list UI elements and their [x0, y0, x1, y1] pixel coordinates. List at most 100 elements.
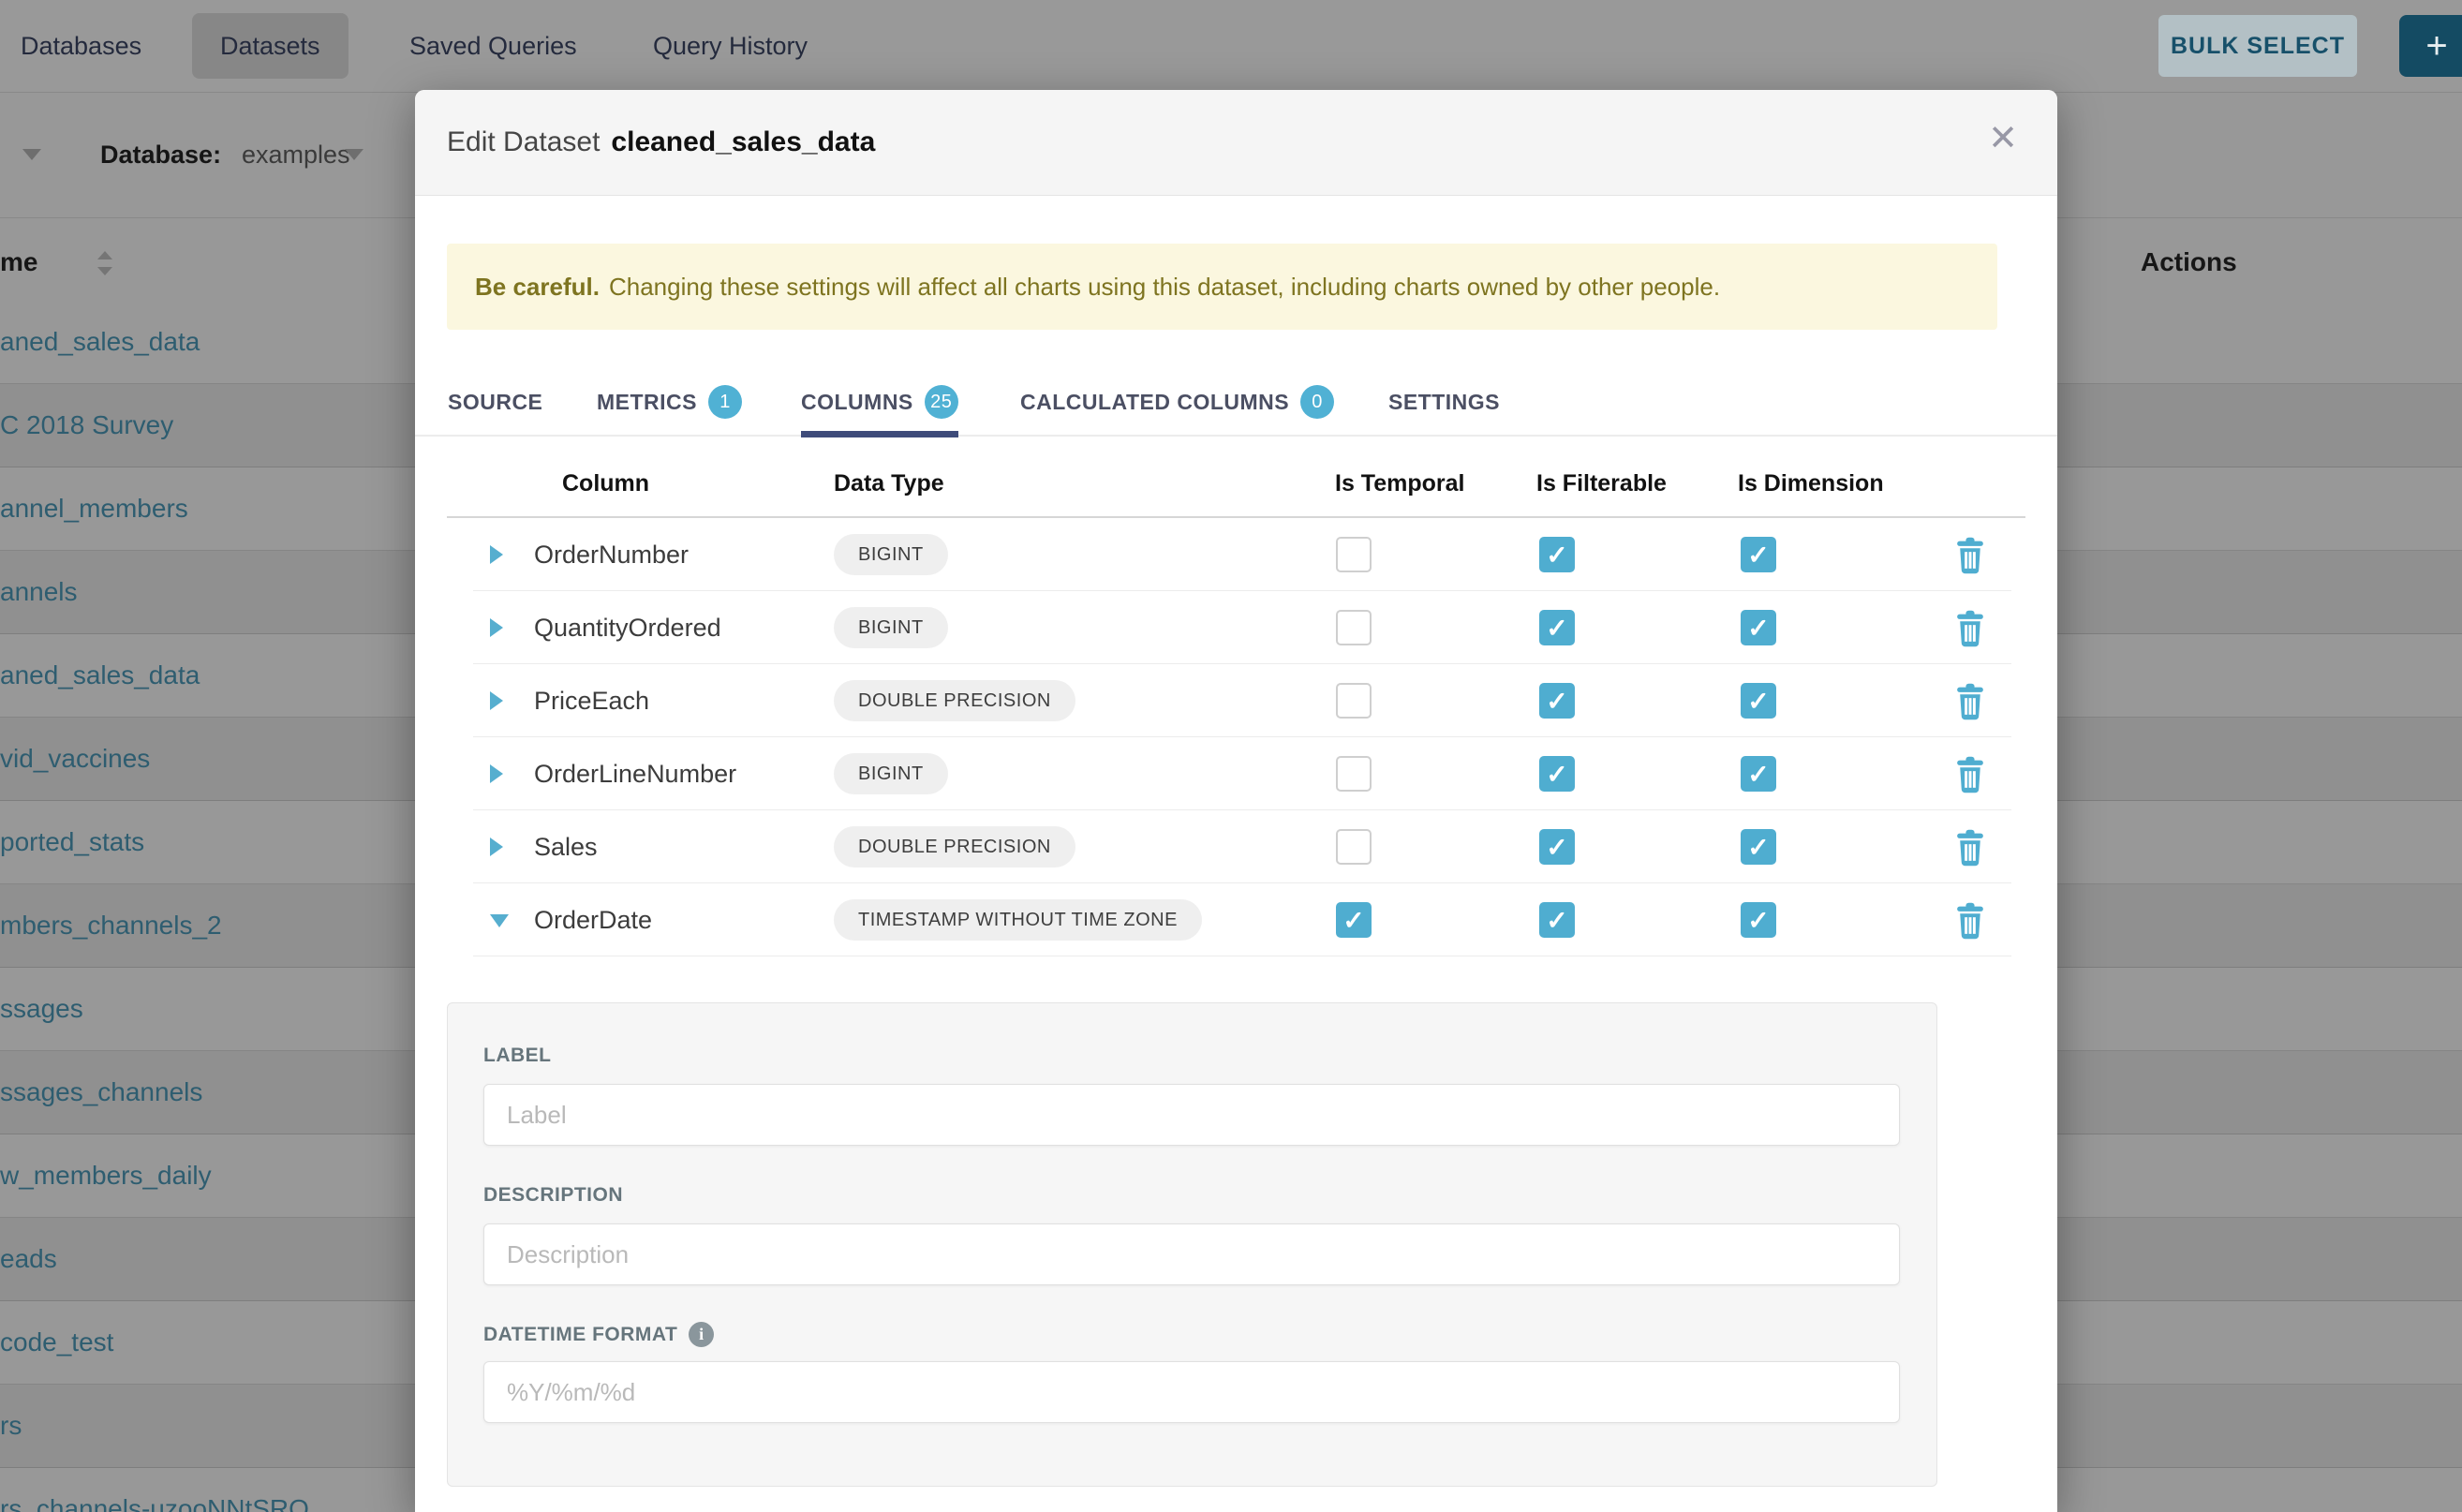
column-name: QuantityOrdered — [534, 591, 721, 664]
is-dimension-checkbox[interactable]: ✓ — [1741, 829, 1776, 865]
expand-caret-icon[interactable] — [490, 618, 503, 637]
column-name: OrderNumber — [534, 518, 689, 591]
collapse-caret-icon[interactable] — [490, 914, 509, 927]
is-dimension-checkbox[interactable]: ✓ — [1741, 683, 1776, 719]
actions-column-header: Actions — [2141, 247, 2237, 277]
is-dimension-checkbox[interactable]: ✓ — [1741, 610, 1776, 645]
database-filter-value[interactable]: examples — [242, 93, 350, 217]
delete-column-trash-icon[interactable] — [1952, 902, 1988, 940]
bulk-select-button[interactable]: BULK SELECT — [2158, 15, 2357, 77]
label-field-label: LABEL — [483, 1045, 552, 1067]
warning-bold: Be careful. — [475, 273, 600, 302]
nav-item-query-history[interactable]: Query History — [653, 0, 808, 92]
expand-caret-icon[interactable] — [490, 691, 503, 710]
is-temporal-checkbox[interactable] — [1336, 537, 1372, 572]
column-name: OrderLineNumber — [534, 737, 736, 810]
expand-caret-icon[interactable] — [490, 764, 503, 783]
column-header-data-type: Data Type — [834, 470, 944, 497]
is-temporal-checkbox[interactable] — [1336, 756, 1372, 792]
column-name: PriceEach — [534, 664, 649, 737]
dataset-link[interactable]: mbers_channels_2 — [0, 884, 222, 967]
column-row: OrderNumberBIGINT✓✓ — [415, 518, 2057, 591]
is-filterable-checkbox[interactable]: ✓ — [1539, 756, 1575, 792]
column-header-is-filterable: Is Filterable — [1536, 470, 1667, 497]
chevron-down-icon[interactable] — [22, 149, 41, 160]
dataset-link[interactable]: w_members_daily — [0, 1134, 212, 1217]
column-row: QuantityOrderedBIGINT✓✓ — [415, 591, 2057, 664]
tab-count-badge: 25 — [925, 385, 958, 419]
is-filterable-checkbox[interactable]: ✓ — [1539, 902, 1575, 938]
info-icon[interactable]: i — [689, 1322, 714, 1347]
modal-title-dataset-name: cleaned_sales_data — [611, 126, 875, 158]
column-row: PriceEach DOUBLE PRECISION ✓ ✓ — [415, 664, 2057, 737]
dataset-link[interactable]: code_test — [0, 1301, 113, 1384]
expand-caret-icon[interactable] — [490, 545, 503, 564]
description-input[interactable] — [483, 1223, 1900, 1285]
sort-icon[interactable] — [97, 249, 112, 277]
is-temporal-checkbox[interactable] — [1336, 829, 1372, 865]
nav-item-saved-queries[interactable]: Saved Queries — [409, 0, 577, 92]
is-filterable-checkbox[interactable]: ✓ — [1539, 683, 1575, 719]
name-column-header[interactable]: me — [0, 247, 37, 277]
modal-title: Edit Dataset cleaned_sales_data — [447, 90, 875, 195]
delete-column-trash-icon[interactable] — [1952, 829, 1988, 867]
tab-settings[interactable]: SETTINGS — [1388, 371, 1500, 433]
is-filterable-checkbox[interactable]: ✓ — [1539, 537, 1575, 572]
delete-column-trash-icon[interactable] — [1952, 610, 1988, 647]
is-filterable-checkbox[interactable]: ✓ — [1539, 610, 1575, 645]
tab-label: SETTINGS — [1388, 390, 1500, 415]
dataset-link[interactable]: C 2018 Survey — [0, 384, 173, 467]
columns-table-body: OrderNumberBIGINT✓✓QuantityOrderedBIGINT… — [415, 518, 2057, 956]
column-detail-panel: LABEL DESCRIPTION DATETIME FORMAT i — [447, 1002, 1937, 1487]
delete-column-trash-icon[interactable] — [1952, 756, 1988, 793]
tab-source[interactable]: SOURCE — [448, 371, 542, 433]
tab-calculated-columns[interactable]: CALCULATED COLUMNS0 — [1020, 371, 1334, 433]
dataset-link[interactable]: rs_channels-uzooNNtSRO — [0, 1468, 309, 1512]
data-type-pill: DOUBLE PRECISION — [834, 680, 1075, 721]
dataset-link[interactable]: annel_members — [0, 467, 188, 550]
column-row: SalesDOUBLE PRECISION✓✓ — [415, 810, 2057, 883]
is-filterable-checkbox[interactable]: ✓ — [1539, 829, 1575, 865]
is-temporal-checkbox[interactable]: ✓ — [1336, 902, 1372, 938]
is-temporal-checkbox[interactable] — [1336, 683, 1372, 719]
chevron-down-icon[interactable] — [345, 149, 363, 160]
dataset-link[interactable]: rs — [0, 1385, 22, 1467]
data-type-pill: TIMESTAMP WITHOUT TIME ZONE — [834, 899, 1202, 941]
is-dimension-checkbox[interactable]: ✓ — [1741, 537, 1776, 572]
datetime-format-text: DATETIME FORMAT — [483, 1324, 677, 1346]
dataset-link[interactable]: ported_stats — [0, 801, 144, 883]
tab-columns[interactable]: COLUMNS 25 — [801, 371, 958, 433]
modal-header: Edit Dataset cleaned_sales_data ✕ — [415, 90, 2057, 196]
column-header-is-temporal: Is Temporal — [1335, 470, 1464, 497]
dataset-link[interactable]: aned_sales_data — [0, 301, 200, 383]
tab-metrics[interactable]: METRICS1 — [597, 371, 742, 433]
plus-icon: + — [2425, 25, 2447, 67]
label-input[interactable] — [483, 1084, 1900, 1146]
datetime-format-input[interactable] — [483, 1361, 1900, 1423]
close-icon[interactable]: ✕ — [1982, 116, 2024, 160]
is-dimension-checkbox[interactable]: ✓ — [1741, 756, 1776, 792]
dataset-link[interactable]: eads — [0, 1218, 57, 1300]
nav-item-datasets[interactable]: Datasets — [220, 0, 320, 92]
expand-caret-icon[interactable] — [490, 838, 503, 856]
is-temporal-checkbox[interactable] — [1336, 610, 1372, 645]
dataset-link[interactable]: aned_sales_data — [0, 634, 200, 717]
nav-item-databases[interactable]: Databases — [21, 0, 141, 92]
description-field-label: DESCRIPTION — [483, 1184, 623, 1207]
dataset-link[interactable]: annels — [0, 551, 78, 633]
dataset-link[interactable]: vid_vaccines — [0, 718, 150, 800]
warning-text: Changing these settings will affect all … — [609, 273, 1720, 302]
dataset-link[interactable]: ssages — [0, 968, 83, 1050]
tab-count-badge: 0 — [1300, 385, 1334, 419]
tab-label: COLUMNS — [801, 390, 913, 415]
tab-label: METRICS — [597, 390, 697, 415]
modal-title-prefix: Edit Dataset — [447, 126, 600, 158]
delete-column-trash-icon[interactable] — [1952, 683, 1988, 720]
is-dimension-checkbox[interactable]: ✓ — [1741, 902, 1776, 938]
dataset-link[interactable]: ssages_channels — [0, 1051, 202, 1134]
delete-column-trash-icon[interactable] — [1952, 537, 1988, 574]
add-dataset-button[interactable]: + — [2399, 15, 2462, 77]
warning-banner: Be careful. Changing these settings will… — [447, 244, 1997, 330]
datetime-format-field-label: DATETIME FORMAT i — [483, 1322, 714, 1347]
edit-dataset-modal: Edit Dataset cleaned_sales_data ✕ Be car… — [415, 90, 2057, 1512]
